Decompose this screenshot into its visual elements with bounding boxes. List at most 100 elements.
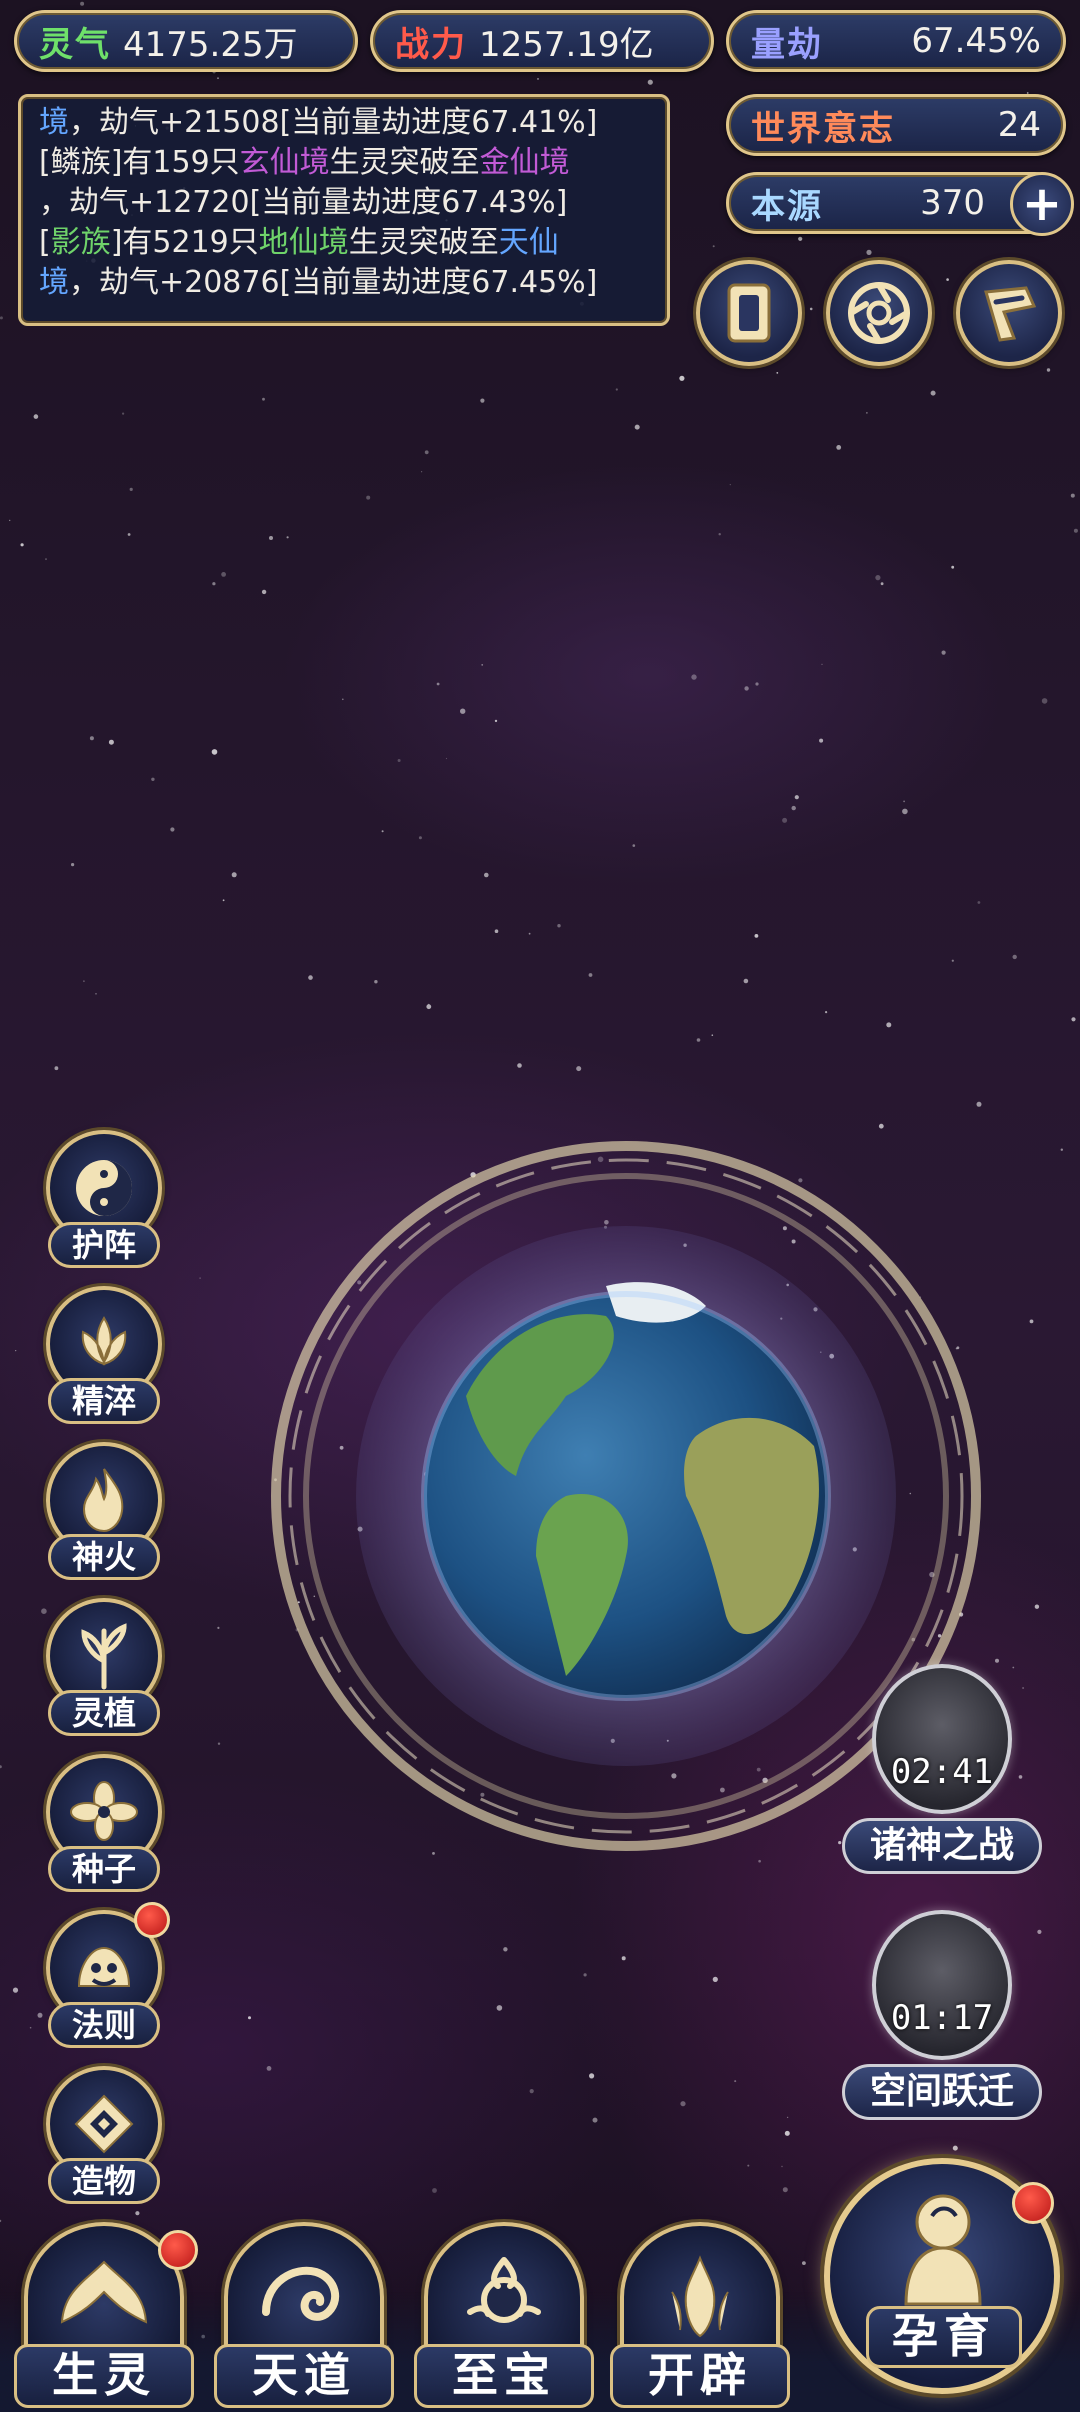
world-will-value: 24 [997,105,1041,145]
vortex-button[interactable] [826,260,932,366]
star-dot [946,278,949,281]
side-item-shenhuo[interactable]: 神火 [38,1442,168,1580]
add-benyuan-button[interactable]: + [1010,172,1074,236]
message-log[interactable]: 境，劫气+21508[当前量劫进度67.41%] [鳞族]有159只玄仙境生灵突… [18,94,670,326]
star-dot [1060,1148,1064,1151]
star-dot [374,980,378,984]
star-dot [211,749,218,755]
star-dot [494,719,498,723]
star-dot [711,1034,714,1036]
star-dot [866,249,872,255]
card-button[interactable] [696,260,802,366]
notification-dot [134,1902,170,1938]
star-dot [9,519,11,522]
star-dot [427,1003,430,1006]
star-dot [930,390,936,396]
star-dot [231,872,237,878]
star-dot [108,739,114,745]
star-dot [825,1011,828,1014]
benyuan-value: 370 [920,183,985,223]
nav-kaipi[interactable]: 开辟 [610,2222,790,2412]
star-dot [366,495,371,500]
star-dot [212,582,216,586]
side-item-label: 灵植 [48,1690,160,1736]
notification-dot [1012,2182,1054,2224]
world-will-pill[interactable]: 世界意志 24 [726,94,1066,156]
star-dot [1070,493,1075,498]
star-dot [484,872,489,878]
star-dot [342,698,344,701]
nav-label: 至宝 [414,2344,594,2408]
star-dot [1046,368,1051,372]
star-dot [33,414,39,419]
side-item-huzhen[interactable]: 护阵 [38,1130,168,1268]
side-item-lingzhi[interactable]: 灵植 [38,1598,168,1736]
zhanli-pill[interactable]: 战力 1257.19亿 [370,10,714,72]
gods-war-event[interactable]: 02:41 诸神之战 [842,1664,1042,1874]
nav-zhibao[interactable]: 至宝 [414,2222,594,2412]
star-dot [261,589,267,595]
star-dot [262,397,265,401]
nav-tiandao[interactable]: 天道 [214,2222,394,2412]
world-will-label: 世界意志 [751,108,895,149]
star-dot [786,2116,789,2119]
portal-swirl-icon: 01:17 [872,1910,1012,2060]
star-dot [20,543,24,547]
liangjie-pill[interactable]: 量劫 67.45% [726,10,1066,72]
zhanli-value: 1257.19亿 [479,24,654,65]
star-dot [217,1742,221,1745]
star-dot [221,572,227,577]
star-dot [886,1022,892,1028]
star-dot [286,536,289,539]
star-dot [782,817,788,823]
star-dot [45,558,47,561]
side-item-zhongzi[interactable]: 种子 [38,1754,168,1892]
star-dot [875,575,881,581]
star-dot [576,1066,582,1072]
star-dot [758,1859,761,1863]
star-dot [680,2101,686,2107]
side-item-faze[interactable]: 法则 [38,1902,170,2048]
lingqi-pill[interactable]: 灵气 4175.25万 [14,10,358,72]
star-dot [517,1063,522,1068]
star-dot [445,757,448,760]
star-dot [54,1066,59,1071]
star-dot [266,2066,272,2071]
side-item-zaowu[interactable]: 造物 [38,2066,168,2204]
star-dot [1012,954,1017,960]
star-dot [12,1987,19,1993]
star-dot [592,2117,598,2123]
star-dot [718,533,721,536]
lingqi-value: 4175.25万 [123,24,298,65]
star-dot [151,777,155,781]
star-dot [381,830,384,833]
nurture-button[interactable]: 孕育 [824,2158,1060,2394]
plus-icon: + [1021,176,1063,232]
nav-label: 生灵 [14,2344,194,2408]
log-line: [影族]有5219只地仙境生灵突破至天仙 [39,225,559,260]
side-item-label: 精淬 [48,1378,160,1424]
star-dot [0,316,3,320]
star-dot [798,236,803,241]
star-dot [0,2219,2,2223]
star-dot [83,980,85,983]
star-dot [809,307,813,311]
space-jump-event[interactable]: 01:17 空间跃迁 [842,1910,1042,2120]
star-dot [248,2016,251,2020]
star-dot [782,2187,788,2193]
flag-button[interactable] [956,260,1062,366]
side-item-jingcui[interactable]: 精淬 [38,1286,168,1424]
star-dot [503,1947,508,1952]
star-dot [418,836,422,840]
star-dot [1073,528,1078,533]
star-dot [127,533,131,536]
star-dot [583,1973,587,1977]
log-line: 境，劫气+20876[当前量劫进度67.45%] [39,265,598,300]
star-dot [421,471,423,473]
nav-shengling[interactable]: 生灵 [14,2222,198,2412]
star-dot [902,808,908,815]
star-dot [494,929,499,933]
star-dot [432,2188,437,2193]
star-dot [951,565,955,569]
star-dot [0,1765,2,1769]
